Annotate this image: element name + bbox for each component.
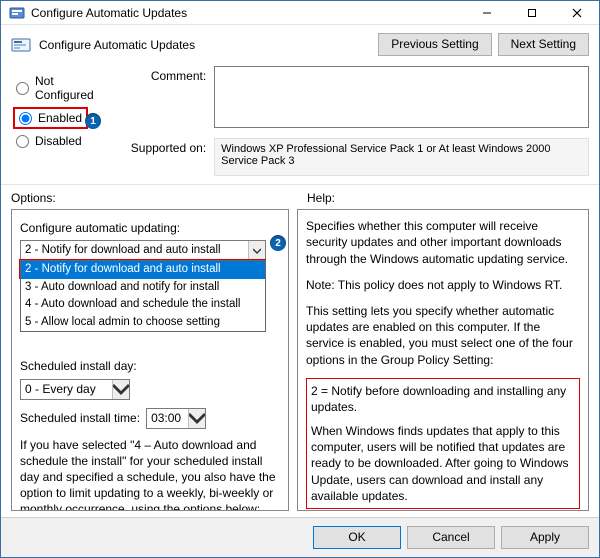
dropdown-item[interactable]: 4 - Auto download and schedule the insta… — [21, 296, 265, 314]
help-text: Note: This policy does not apply to Wind… — [306, 277, 580, 293]
help-text: When Windows finds updates that apply to… — [311, 423, 575, 504]
sched-day-combo[interactable]: 0 - Every day — [20, 379, 130, 400]
nav-buttons: Previous Setting Next Setting — [378, 33, 589, 56]
app-icon — [9, 5, 25, 21]
main-split: Configure automatic updating: 2 - Notify… — [1, 209, 599, 517]
ok-button[interactable]: OK — [313, 526, 401, 549]
config-top: Not Configured Enabled 1 Disabled Commen… — [1, 66, 599, 184]
radio-not-configured-label: Not Configured — [35, 74, 111, 102]
close-button[interactable] — [554, 1, 599, 24]
configure-label: Configure automatic updating: — [20, 220, 280, 236]
sched-time-combo[interactable]: 03:00 — [146, 408, 206, 429]
radio-disabled-label: Disabled — [35, 134, 82, 148]
header: Configure Automatic Updates Previous Set… — [1, 25, 599, 66]
dropdown-item[interactable]: 5 - Allow local admin to choose setting — [21, 314, 265, 332]
previous-setting-button[interactable]: Previous Setting — [378, 33, 491, 56]
sched-time-label: Scheduled install time: — [20, 410, 140, 426]
help-highlight: 2 = Notify before downloading and instal… — [306, 378, 580, 509]
cancel-button[interactable]: Cancel — [407, 526, 495, 549]
state-radios: Not Configured Enabled 1 Disabled — [11, 66, 116, 176]
minimize-button[interactable] — [464, 1, 509, 24]
options-panel[interactable]: Configure automatic updating: 2 - Notify… — [11, 209, 289, 511]
radio-enabled-input[interactable] — [19, 112, 32, 125]
sched-day-value: 0 - Every day — [21, 381, 112, 397]
chevron-down-icon — [248, 241, 265, 260]
chevron-down-icon — [112, 380, 129, 399]
dropdown-item[interactable]: 3 - Auto download and notify for install — [21, 279, 265, 297]
help-heading: Help: — [297, 185, 589, 209]
dialog-footer: OK Cancel Apply — [1, 517, 599, 557]
window-buttons — [464, 1, 599, 24]
configure-combo-value: 2 - Notify for download and auto install — [21, 243, 248, 259]
sched-day-label: Scheduled install day: — [20, 358, 280, 374]
apply-button[interactable]: Apply — [501, 526, 589, 549]
supported-label: Supported on: — [126, 138, 206, 155]
chevron-down-icon — [188, 409, 205, 428]
options-heading: Options: — [11, 185, 297, 209]
window-title: Configure Automatic Updates — [31, 6, 464, 20]
meta-grid: Comment: Supported on: Windows XP Profes… — [126, 66, 589, 176]
radio-disabled-input[interactable] — [16, 135, 29, 148]
sched-time-value: 03:00 — [147, 410, 188, 426]
radio-not-configured-input[interactable] — [16, 82, 29, 95]
dropdown-item[interactable]: 2 - Notify for download and auto install — [21, 261, 265, 279]
policy-icon — [11, 35, 31, 55]
next-setting-button[interactable]: Next Setting — [498, 33, 589, 56]
radio-enabled[interactable]: Enabled — [17, 109, 84, 127]
help-text: Specifies whether this computer will rec… — [306, 218, 580, 267]
page-title: Configure Automatic Updates — [39, 38, 370, 52]
radio-not-configured[interactable]: Not Configured — [13, 70, 114, 106]
comment-textarea[interactable] — [214, 66, 589, 128]
help-text: 2 = Notify before downloading and instal… — [311, 383, 575, 415]
annotation-badge-1: 1 — [85, 113, 101, 129]
annotation-badge-2: 2 — [270, 235, 286, 251]
configure-dropdown[interactable]: 2 - Notify for download and auto install… — [20, 260, 266, 332]
window: Configure Automatic Updates Configure Au… — [0, 0, 600, 558]
radio-enabled-label: Enabled — [38, 111, 82, 125]
mid-labels: Options: Help: — [1, 184, 599, 209]
maximize-button[interactable] — [509, 1, 554, 24]
titlebar: Configure Automatic Updates — [1, 1, 599, 25]
help-text: This setting lets you specify whether au… — [306, 303, 580, 368]
help-panel[interactable]: Specifies whether this computer will rec… — [297, 209, 589, 511]
configure-combo[interactable]: 2 - Notify for download and auto install — [20, 240, 266, 261]
comment-label: Comment: — [126, 66, 206, 83]
supported-on-text: Windows XP Professional Service Pack 1 o… — [214, 138, 589, 176]
options-note: If you have selected "4 – Auto download … — [20, 437, 280, 511]
radio-disabled[interactable]: Disabled — [13, 130, 114, 152]
